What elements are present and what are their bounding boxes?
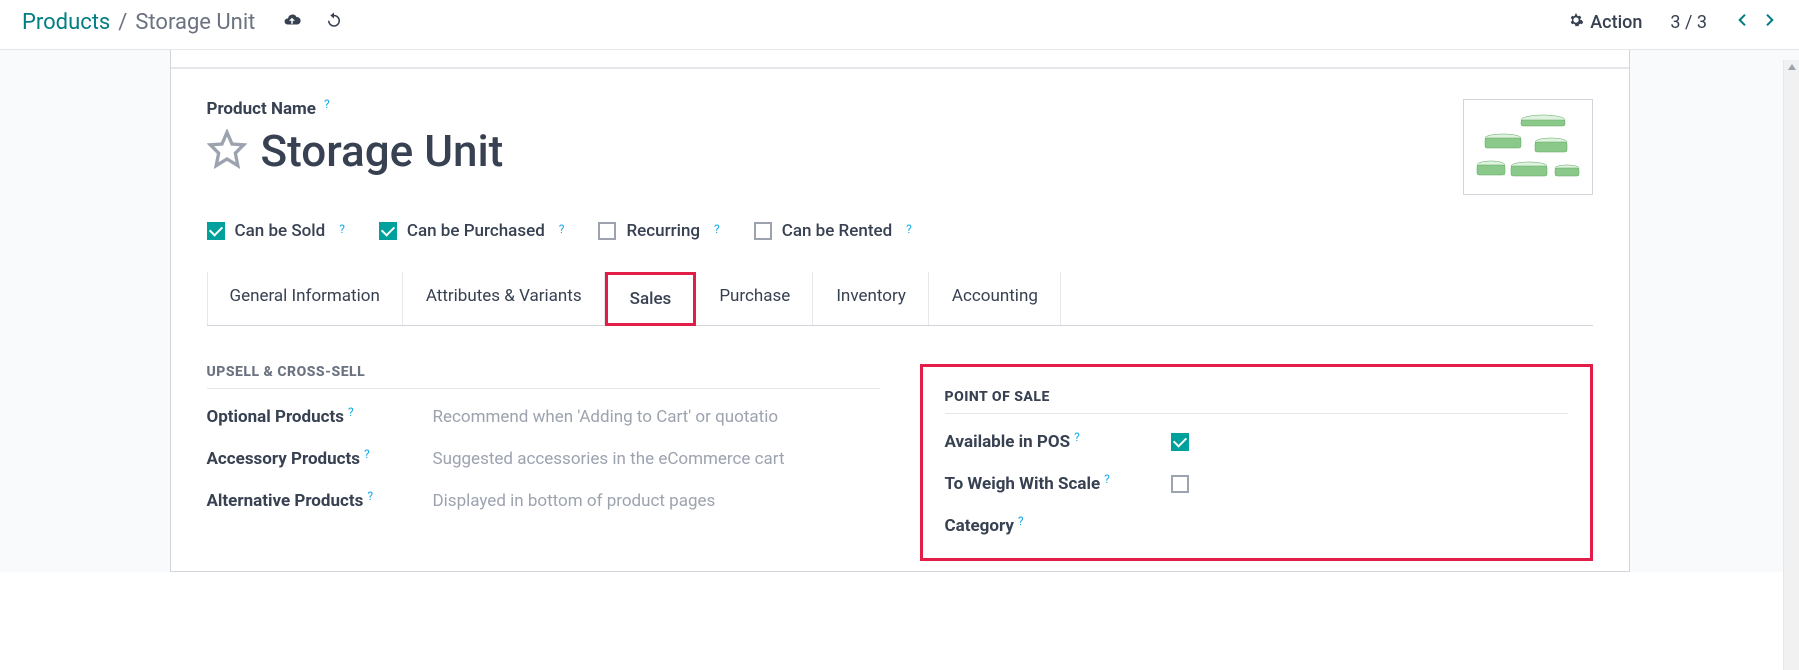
prev-record-button[interactable] <box>1735 12 1751 33</box>
boolean-toggles-row: Can be Sold ? Can be Purchased ? Recurri… <box>207 221 1593 241</box>
help-icon[interactable]: ? <box>339 222 345 236</box>
point-of-sale-highlight: POINT OF SALE Available in POS ? To Weig… <box>920 364 1593 561</box>
help-icon[interactable]: ? <box>367 489 373 503</box>
breadcrumb: Products / Storage Unit <box>22 10 343 35</box>
can-be-purchased-label: Can be Purchased <box>407 221 545 241</box>
tab-sales[interactable]: Sales <box>605 272 697 326</box>
optional-products-input[interactable]: Recommend when 'Adding to Cart' or quota… <box>433 407 779 427</box>
gear-icon <box>1568 12 1584 33</box>
breadcrumb-root-link[interactable]: Products <box>22 10 110 35</box>
optional-products-label: Optional Products <box>207 407 344 427</box>
cloud-upload-icon[interactable] <box>283 10 301 35</box>
vertical-scrollbar[interactable] <box>1783 60 1799 670</box>
help-icon[interactable]: ? <box>559 222 565 236</box>
tab-general-information[interactable]: General Information <box>207 271 403 325</box>
accessory-products-label: Accessory Products <box>207 449 361 469</box>
tab-accounting[interactable]: Accounting <box>929 271 1061 325</box>
topbar: Products / Storage Unit Action 3 / 3 <box>0 0 1799 50</box>
topbar-right: Action 3 / 3 <box>1568 12 1777 33</box>
can-be-purchased-checkbox[interactable] <box>379 222 397 240</box>
help-icon[interactable]: ? <box>364 447 370 461</box>
accessory-products-input[interactable]: Suggested accessories in the eCommerce c… <box>433 449 785 469</box>
help-icon[interactable]: ? <box>1104 472 1110 486</box>
action-label: Action <box>1590 12 1642 33</box>
to-weigh-with-scale-checkbox[interactable] <box>1171 475 1189 493</box>
pos-category-label: Category <box>945 516 1014 536</box>
help-icon[interactable]: ? <box>1018 514 1024 528</box>
product-tabs: General Information Attributes & Variant… <box>207 271 1593 326</box>
help-icon[interactable]: ? <box>348 405 354 419</box>
can-be-sold-checkbox[interactable] <box>207 222 225 240</box>
alternative-products-input[interactable]: Displayed in bottom of product pages <box>433 491 716 511</box>
help-icon[interactable]: ? <box>906 222 912 236</box>
sales-tab-content: UPSELL & CROSS-SELL Optional Products ? … <box>207 364 1593 561</box>
available-in-pos-checkbox[interactable] <box>1171 433 1189 451</box>
favorite-star-icon[interactable] <box>207 129 247 173</box>
breadcrumb-current: Storage Unit <box>135 10 255 35</box>
upsell-section-title: UPSELL & CROSS-SELL <box>207 364 880 389</box>
action-menu-button[interactable]: Action <box>1568 12 1642 33</box>
next-record-button[interactable] <box>1761 12 1777 33</box>
record-pager[interactable]: 3 / 3 <box>1670 12 1707 33</box>
to-weigh-with-scale-label: To Weigh With Scale <box>945 474 1101 494</box>
recurring-checkbox[interactable] <box>598 222 616 240</box>
can-be-rented-checkbox[interactable] <box>754 222 772 240</box>
tab-inventory[interactable]: Inventory <box>813 271 929 325</box>
tab-purchase[interactable]: Purchase <box>696 271 813 325</box>
can-be-sold-label: Can be Sold <box>235 221 326 241</box>
help-icon[interactable]: ? <box>1074 430 1080 444</box>
help-icon[interactable]: ? <box>714 222 720 236</box>
can-be-rented-label: Can be Rented <box>782 221 892 241</box>
product-name-label: Product Name ? <box>207 99 504 119</box>
tab-attributes-variants[interactable]: Attributes & Variants <box>403 271 605 325</box>
page-body: Product Name ? Storage Unit <box>0 50 1799 572</box>
undo-icon[interactable] <box>325 10 343 35</box>
breadcrumb-separator: / <box>118 10 127 35</box>
help-icon[interactable]: ? <box>324 97 330 111</box>
alternative-products-label: Alternative Products <box>207 491 364 511</box>
recurring-label: Recurring <box>626 221 700 241</box>
form-sheet: Product Name ? Storage Unit <box>170 50 1630 572</box>
product-title[interactable]: Storage Unit <box>261 125 504 177</box>
pos-section-title: POINT OF SALE <box>945 389 1568 414</box>
product-image[interactable] <box>1463 99 1593 195</box>
available-in-pos-label: Available in POS <box>945 432 1071 452</box>
